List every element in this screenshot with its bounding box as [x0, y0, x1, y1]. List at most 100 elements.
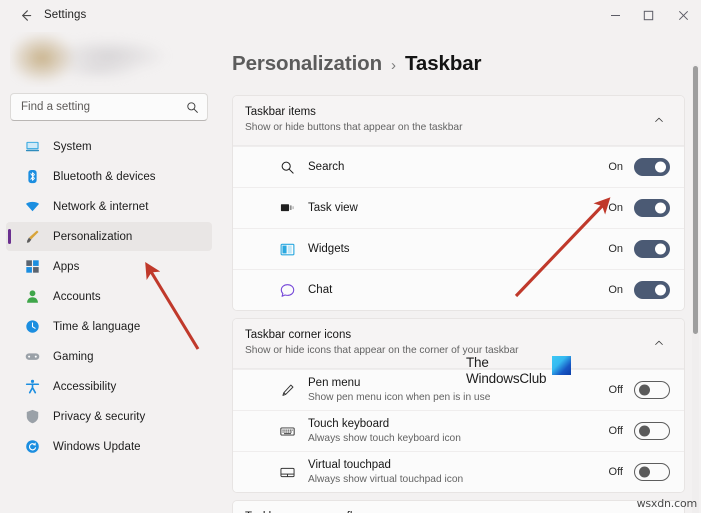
row-text: Search [308, 160, 608, 175]
sidebar-item-apps[interactable]: Apps [6, 252, 212, 281]
row-text: Touch keyboard Always show touch keyboar… [308, 417, 609, 445]
chevron-up-icon[interactable] [648, 332, 670, 354]
maximize-icon [643, 10, 654, 21]
window-controls [599, 0, 701, 30]
search-container [10, 93, 208, 121]
row-label: Widgets [308, 242, 350, 255]
sidebar-item-time-language[interactable]: Time & language [6, 312, 212, 341]
system-icon [24, 139, 40, 155]
row-touch-keyboard[interactable]: Touch keyboard Always show touch keyboar… [233, 410, 684, 451]
sidebar-item-accessibility[interactable]: Accessibility [6, 372, 212, 401]
account-icon [24, 289, 40, 305]
scrollbar-thumb[interactable] [693, 66, 698, 334]
sidebar-item-label: Apps [53, 260, 80, 273]
section-taskbar-items: Taskbar items Show or hide buttons that … [232, 95, 685, 311]
row-sublabel: Show pen menu icon when pen is in use [308, 392, 491, 403]
row-text: Chat [308, 283, 608, 298]
sidebar-item-privacy-security[interactable]: Privacy & security [6, 402, 212, 431]
row-label: Task view [308, 201, 358, 214]
toggle-touch-keyboard[interactable] [634, 422, 670, 440]
sidebar-item-label: Privacy & security [53, 410, 146, 423]
toggle-chat[interactable] [634, 281, 670, 299]
toggle-knob [639, 425, 650, 437]
row-label: Search [308, 160, 345, 173]
maximize-button[interactable] [632, 0, 665, 30]
sidebar-item-system[interactable]: System [6, 132, 212, 161]
row-virtual-touchpad[interactable]: Virtual touchpad Always show virtual tou… [233, 451, 684, 492]
chevron-up-icon[interactable] [648, 109, 670, 131]
brush-icon [24, 229, 40, 245]
minimize-icon [610, 10, 621, 21]
close-button[interactable] [665, 0, 701, 30]
row-text: Task view [308, 201, 608, 216]
keyboard-icon [279, 423, 296, 440]
chat-icon [279, 282, 296, 299]
sidebar-item-label: Windows Update [53, 440, 141, 453]
section-title: Taskbar corner icons [245, 329, 352, 341]
sidebar-item-bluetooth-devices[interactable]: Bluetooth & devices [6, 162, 212, 191]
page-title: Taskbar [405, 52, 482, 75]
back-arrow-icon [18, 8, 33, 23]
row-label: Touch keyboard [308, 418, 390, 430]
window-body: System Bluetooth & devices [0, 30, 701, 513]
toggle-state-label: On [608, 243, 623, 255]
back-button[interactable] [10, 2, 40, 28]
row-pen-menu[interactable]: Pen menu Show pen menu icon when pen is … [233, 369, 684, 410]
section-header[interactable]: Taskbar corner overflow Choose which ico… [233, 501, 684, 513]
sidebar-nav: System Bluetooth & devices Network & int… [0, 132, 222, 461]
row-label: Pen menu [308, 377, 361, 389]
breadcrumb-parent[interactable]: Personalization [232, 52, 382, 76]
row-text: Virtual touchpad Always show virtual tou… [308, 458, 609, 486]
row-text: Widgets [308, 242, 608, 257]
search-input[interactable] [21, 101, 186, 113]
close-icon [678, 10, 689, 21]
row-chat[interactable]: Chat On [233, 269, 684, 310]
minimize-button[interactable] [599, 0, 632, 30]
toggle-widgets[interactable] [634, 240, 670, 258]
sidebar-item-accounts[interactable]: Accounts [6, 282, 212, 311]
section-header-text: Taskbar items Show or hide buttons that … [245, 105, 648, 135]
content-pane: Personalization › Taskbar Taskbar items … [222, 30, 701, 513]
section-header-text: Taskbar corner icons Show or hide icons … [245, 328, 648, 358]
section-header[interactable]: Taskbar corner icons Show or hide icons … [233, 319, 684, 369]
row-search[interactable]: Search On [233, 146, 684, 187]
sidebar-item-gaming[interactable]: Gaming [6, 342, 212, 371]
toggle-state-label: On [608, 284, 623, 296]
user-profile-blurred[interactable] [10, 32, 210, 87]
sidebar-item-label: Time & language [53, 320, 141, 333]
breadcrumb: Personalization › Taskbar [232, 30, 701, 76]
row-sublabel: Always show virtual touchpad icon [308, 474, 464, 485]
title-bar: Settings [0, 0, 701, 30]
toggle-search[interactable] [634, 158, 670, 176]
update-icon [24, 439, 40, 455]
content-scrollbar[interactable] [692, 64, 699, 513]
sidebar-item-label: Accounts [53, 290, 101, 303]
sidebar-item-label: System [53, 140, 92, 153]
avatar [12, 34, 172, 82]
search-icon [279, 159, 296, 176]
section-subtitle: Show or hide buttons that appear on the … [245, 122, 463, 133]
toggle-virtual-touchpad[interactable] [634, 463, 670, 481]
search-box[interactable] [10, 93, 208, 121]
row-widgets[interactable]: Widgets On [233, 228, 684, 269]
section-header[interactable]: Taskbar items Show or hide buttons that … [233, 96, 684, 146]
accessibility-icon [24, 379, 40, 395]
toggle-knob [639, 466, 650, 478]
wifi-icon [24, 199, 40, 215]
sidebar-item-label: Bluetooth & devices [53, 170, 156, 183]
toggle-pen-menu[interactable] [634, 381, 670, 399]
sidebar-item-personalization[interactable]: Personalization [6, 222, 212, 251]
window-title: Settings [44, 9, 87, 21]
section-subtitle: Show or hide icons that appear on the co… [245, 345, 519, 356]
sidebar-item-label: Gaming [53, 350, 94, 363]
toggle-knob [655, 284, 666, 296]
sidebar-item-network-internet[interactable]: Network & internet [6, 192, 212, 221]
toggle-knob [655, 243, 666, 255]
task-view-icon [279, 200, 296, 217]
toggle-task-view[interactable] [634, 199, 670, 217]
sidebar-item-label: Personalization [53, 230, 133, 243]
sidebar-item-windows-update[interactable]: Windows Update [6, 432, 212, 461]
row-task-view[interactable]: Task view On [233, 187, 684, 228]
gamepad-icon [24, 349, 40, 365]
toggle-knob [655, 161, 666, 173]
